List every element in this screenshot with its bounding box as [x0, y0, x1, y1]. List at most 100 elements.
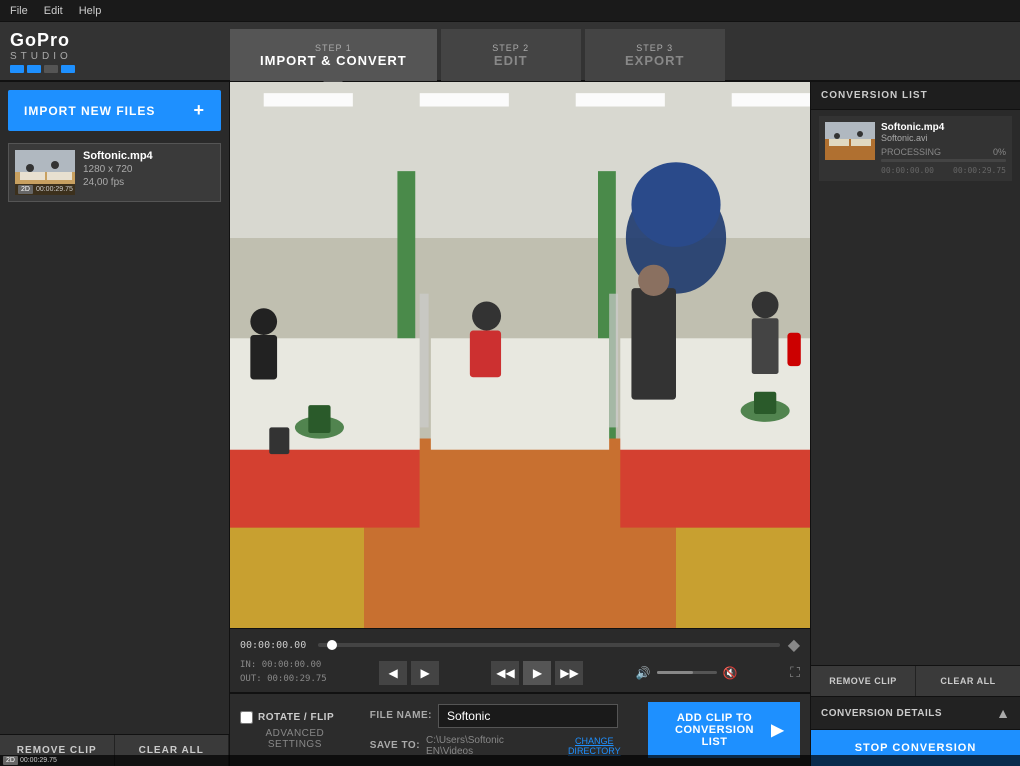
step-tab-edit[interactable]: STEP 2 EDIT — [441, 29, 581, 81]
file-resolution: 1280 x 720 — [83, 164, 214, 175]
right-bottom-buttons-row: REMOVE CLIP CLEAR ALL — [811, 666, 1020, 697]
step-label-2: EDIT — [471, 53, 551, 68]
conversion-item-info: Softonic.mp4 Softonic.avi PROCESSING 0% … — [881, 122, 1006, 175]
step-num-2: STEP 2 — [471, 43, 551, 53]
filename-label: FILE NAME: — [370, 710, 432, 721]
in-out-buttons: ◀ ▶ — [379, 661, 439, 685]
fast-forward-button[interactable]: ▶▶ — [555, 661, 583, 685]
logo-sq-4 — [61, 65, 75, 73]
remove-clip-right-button[interactable]: REMOVE CLIP — [811, 666, 916, 696]
step-num-3: STEP 3 — [615, 43, 695, 53]
step-label-3: EXPORT — [615, 53, 695, 68]
right-panel-bottom: REMOVE CLIP CLEAR ALL CONVERSION DETAILS… — [811, 665, 1020, 766]
playback-buttons: ◀◀ ▶ ▶▶ — [491, 661, 583, 685]
add-clip-to-conversion-list-button[interactable]: ADD CLIP TOCONVERSION LIST ▶ — [648, 702, 800, 758]
bottom-center: FILE NAME: SAVE TO: C:\Users\Softonic EN… — [370, 704, 638, 757]
saveto-path: C:\Users\Softonic EN\Videos — [426, 735, 545, 757]
header: GoPro STUDIO STEP 1 IMPORT & CONVERT STE… — [0, 22, 1020, 82]
menu-help[interactable]: Help — [79, 5, 102, 17]
mark-in-button[interactable]: ◀ — [379, 661, 407, 685]
import-btn-label: IMPORT NEW FILES — [24, 104, 155, 118]
advanced-settings-button[interactable]: ADVANCED SETTINGS — [240, 728, 350, 750]
timeline-handle[interactable] — [327, 640, 337, 650]
add-clip-arrow-icon: ▶ — [771, 720, 784, 740]
conversion-thumbnail: 2D 00:00:29.75 — [825, 122, 875, 160]
saveto-row: SAVE TO: C:\Users\Softonic EN\Videos CHA… — [370, 735, 638, 757]
conv-progress-label-row: PROCESSING 0% — [881, 147, 1006, 157]
plus-icon: + — [193, 100, 205, 121]
steps-tabs: STEP 1 IMPORT & CONVERT STEP 2 EDIT STEP… — [230, 21, 729, 81]
controls-row: IN: 00:00:00.00 OUT: 00:00:29.75 ◀ ▶ ◀◀ … — [240, 659, 800, 686]
rotate-flip-checkbox-label[interactable]: ROTATE / FLIP — [240, 711, 350, 724]
volume-fill — [657, 671, 693, 674]
main-layout: IMPORT NEW FILES + 2D 00:00:29.75 — [0, 82, 1020, 766]
video-frame — [230, 82, 810, 628]
menubar: File Edit Help — [0, 0, 1020, 22]
expand-icon[interactable]: ▲ — [996, 705, 1010, 721]
change-directory-button[interactable]: CHANGE DIRECTORY — [551, 736, 638, 756]
mark-out-button[interactable]: ▶ — [411, 661, 439, 685]
volume-bar[interactable] — [657, 671, 717, 674]
saveto-label: SAVE TO: — [370, 740, 420, 751]
add-clip-label: ADD CLIP TOCONVERSION LIST — [664, 712, 765, 748]
logo-squares — [10, 65, 90, 73]
step-label-1: IMPORT & CONVERT — [260, 53, 407, 68]
fullscreen-button[interactable]: ⛶ — [790, 664, 800, 681]
play-button[interactable]: ▶ — [523, 661, 551, 685]
clear-all-right-button[interactable]: CLEAR ALL — [916, 666, 1020, 696]
sidebar: IMPORT NEW FILES + 2D 00:00:29.75 — [0, 82, 230, 766]
step-tab-export[interactable]: STEP 3 EXPORT — [585, 29, 725, 81]
rotate-flip-label: ROTATE / FLIP — [258, 712, 334, 723]
volume-row: 🔊 🔇 — [636, 666, 738, 680]
logo-sq-2 — [27, 65, 41, 73]
step-tab-import[interactable]: STEP 1 IMPORT & CONVERT — [230, 29, 437, 81]
import-new-files-button[interactable]: IMPORT NEW FILES + — [8, 90, 221, 131]
file-info: Softonic.mp4 1280 x 720 24,00 fps — [83, 150, 214, 195]
gopro-logo: GoPro STUDIO — [10, 30, 90, 73]
step-num-1: STEP 1 — [260, 43, 407, 53]
volume-icon: 🔊 — [636, 666, 651, 680]
diamond-icon[interactable]: ◆ — [788, 635, 800, 655]
logo-sq-3 — [44, 65, 58, 73]
conv-thumb-svg — [825, 122, 875, 160]
volume-mute-icon[interactable]: 🔇 — [723, 666, 738, 680]
video-area: 00:00:00.00 ◆ IN: 00:00:00.00 OUT: 00:00… — [230, 82, 810, 766]
in-out-info: IN: 00:00:00.00 OUT: 00:00:29.75 — [240, 659, 327, 686]
timeline-row: 00:00:00.00 ◆ — [240, 635, 800, 655]
conversion-list-item[interactable]: 2D 00:00:29.75 Softonic.mp4 Softonic.avi… — [819, 116, 1012, 181]
right-panel: CONVERSION LIST 2D 00:00:29.75 S — [810, 82, 1020, 766]
logo-gopro-text: GoPro — [10, 30, 90, 51]
rewind-button[interactable]: ◀◀ — [491, 661, 519, 685]
timeline-bar[interactable] — [318, 643, 780, 647]
conv-processing-pct: 0% — [993, 147, 1006, 157]
logo-studio-text: STUDIO — [10, 51, 90, 62]
file-thumb-overlay: 2D 00:00:29.75 — [15, 184, 75, 195]
bottom-left: ROTATE / FLIP ADVANCED SETTINGS — [240, 711, 350, 750]
conv-time-total: 00:00:29.75 — [953, 166, 1006, 175]
file-fps: 24,00 fps — [83, 177, 214, 188]
video-controls: 00:00:00.00 ◆ IN: 00:00:00.00 OUT: 00:00… — [230, 628, 810, 692]
menu-file[interactable]: File — [10, 5, 28, 17]
logo-sq-1 — [10, 65, 24, 73]
video-scene-svg — [230, 82, 810, 628]
out-time-label: OUT: 00:00:29.75 — [240, 673, 327, 687]
conv-times-row: 00:00:00.00 00:00:29.75 — [881, 166, 1006, 175]
file-list-item[interactable]: 2D 00:00:29.75 Softonic.mp4 1280 x 720 2… — [8, 143, 221, 202]
conv-filename-1: Softonic.mp4 — [881, 122, 1006, 133]
conv-time-elapsed: 00:00:00.00 — [881, 166, 934, 175]
current-time-display: 00:00:00.00 — [240, 640, 310, 651]
filename-group: FILE NAME: — [370, 704, 638, 728]
conv-filename-2: Softonic.avi — [881, 133, 1006, 143]
video-player[interactable] — [230, 82, 810, 628]
conversion-progress-bar — [881, 159, 1006, 162]
rotate-flip-checkbox[interactable] — [240, 711, 253, 724]
file-thumbnail: 2D 00:00:29.75 — [15, 150, 75, 195]
in-time-label: IN: 00:00:00.00 — [240, 659, 327, 673]
menu-edit[interactable]: Edit — [44, 5, 63, 17]
conversion-details-row: CONVERSION DETAILS ▲ — [811, 697, 1020, 730]
conversion-details-label: CONVERSION DETAILS — [821, 708, 942, 719]
filename-input[interactable] — [438, 704, 618, 728]
file-name: Softonic.mp4 — [83, 150, 214, 162]
conversion-list-header: CONVERSION LIST — [811, 82, 1020, 110]
conv-processing-label: PROCESSING — [881, 147, 941, 157]
